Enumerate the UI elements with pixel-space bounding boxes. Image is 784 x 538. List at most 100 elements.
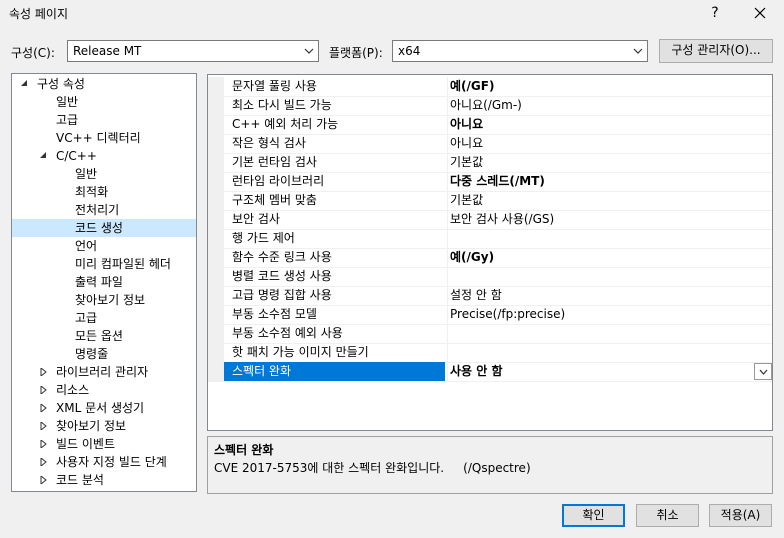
property-value[interactable]: 설정 안 함: [447, 286, 770, 305]
tree-label: 출력 파일: [75, 275, 123, 289]
grid-row[interactable]: 기본 런타임 검사 기본값: [208, 153, 772, 173]
property-name: 작은 형식 검사: [232, 136, 306, 150]
tree-node[interactable]: VC++ 디렉터리: [12, 129, 196, 147]
grid-row[interactable]: 행 가드 제어: [208, 229, 772, 249]
property-value[interactable]: 기본값: [447, 153, 770, 172]
collapsed-arrow-icon[interactable]: [39, 453, 49, 471]
grid-row[interactable]: 문자열 풀링 사용 예(/GF): [208, 77, 772, 97]
property-name: 스펙터 완화: [232, 364, 292, 378]
tree-node-collapsed[interactable]: 빌드 이벤트: [12, 435, 196, 453]
tree-node[interactable]: 고급: [12, 111, 196, 129]
tree-label: 고급: [75, 311, 98, 325]
tree-node-collapsed[interactable]: 리소스: [12, 381, 196, 399]
help-button[interactable]: ?: [704, 2, 726, 24]
platform-combo[interactable]: x64: [392, 40, 648, 62]
property-value[interactable]: 아니요(/Gm-): [447, 96, 770, 115]
property-value[interactable]: 아니요: [447, 115, 770, 134]
tree-node-collapsed[interactable]: 사용자 지정 빌드 단계: [12, 453, 196, 471]
collapsed-arrow-icon[interactable]: [39, 471, 49, 489]
property-value[interactable]: 아니요: [447, 134, 770, 153]
chevron-down-icon: [633, 48, 643, 54]
tree-node-selected[interactable]: 코드 생성: [12, 219, 196, 237]
property-name: 부동 소수점 모델: [232, 307, 317, 321]
grid-row[interactable]: 부동 소수점 모델 Precise(/fp:precise): [208, 305, 772, 325]
property-value[interactable]: 예(/GF): [447, 77, 770, 96]
config-manager-button[interactable]: 구성 관리자(O)...: [659, 39, 773, 63]
grid-row[interactable]: 구조체 멤버 맞춤 기본값: [208, 191, 772, 211]
tree-label: 구성 속성: [37, 77, 85, 91]
property-value[interactable]: [447, 267, 770, 286]
ok-button[interactable]: 확인: [562, 504, 625, 527]
property-name: 기본 런타임 검사: [232, 155, 317, 169]
grid-row[interactable]: 작은 형식 검사 아니요: [208, 134, 772, 154]
collapsed-arrow-icon[interactable]: [39, 417, 49, 435]
property-name: 구조체 멤버 맞춤: [232, 193, 317, 207]
property-name: 런타임 라이브러리: [232, 174, 325, 188]
property-value[interactable]: Precise(/fp:precise): [447, 305, 770, 324]
grid-row[interactable]: 보안 검사 보안 검사 사용(/GS): [208, 210, 772, 230]
collapsed-arrow-icon[interactable]: [39, 435, 49, 453]
description-title: 스펙터 완화: [214, 443, 274, 457]
close-button[interactable]: [746, 2, 774, 24]
config-combo[interactable]: Release MT: [67, 40, 319, 62]
tree-node-collapsed[interactable]: 라이브러리 관리자: [12, 363, 196, 381]
tree-node[interactable]: 고급: [12, 309, 196, 327]
property-value[interactable]: 다중 스레드(/MT): [447, 172, 770, 191]
property-grid[interactable]: 문자열 풀링 사용 예(/GF) 최소 다시 빌드 가능 아니요(/Gm-) C++…: [207, 74, 773, 431]
grid-row-selected[interactable]: 스펙터 완화 사용 안 함: [208, 362, 772, 382]
grid-row[interactable]: 고급 명령 집합 사용 설정 안 함: [208, 286, 772, 306]
tree-label: 최적화: [75, 185, 109, 199]
grid-row[interactable]: 런타임 라이브러리 다중 스레드(/MT): [208, 172, 772, 192]
property-name: 고급 명령 집합 사용: [232, 288, 332, 302]
tree-node-root[interactable]: 구성 속성: [12, 75, 196, 93]
tree-node[interactable]: 전처리기: [12, 201, 196, 219]
platform-label: 플랫폼(P):: [329, 46, 383, 60]
grid-row[interactable]: 병렬 코드 생성 사용: [208, 267, 772, 287]
expanded-arrow-icon[interactable]: [20, 75, 30, 93]
tree-label: 일반: [75, 167, 98, 181]
grid-row[interactable]: 함수 수준 링크 사용 예(/Gy): [208, 248, 772, 268]
grid-row[interactable]: 최소 다시 빌드 가능 아니요(/Gm-): [208, 96, 772, 116]
property-value[interactable]: 보안 검사 사용(/GS): [447, 210, 770, 229]
expanded-arrow-icon[interactable]: [39, 147, 49, 165]
tree-node-collapsed[interactable]: 코드 분석: [12, 471, 196, 489]
tree-node[interactable]: 최적화: [12, 183, 196, 201]
tree-node-cpp[interactable]: C/C++: [12, 147, 196, 165]
property-value-selected[interactable]: 사용 안 함: [447, 362, 770, 381]
tree-label: 리소스: [56, 383, 90, 397]
platform-value: x64: [398, 44, 421, 58]
property-tree[interactable]: 구성 속성 일반 고급 VC++ 디렉터리 C/C++ 일반 최적화 전처리기 …: [11, 73, 197, 492]
grid-row[interactable]: 핫 패치 가능 이미지 만들기: [208, 343, 772, 363]
property-value[interactable]: [447, 229, 770, 248]
collapsed-arrow-icon[interactable]: [39, 399, 49, 417]
tree-label: 고급: [56, 113, 79, 127]
tree-node[interactable]: 모든 옵션: [12, 327, 196, 345]
property-value[interactable]: 기본값: [447, 191, 770, 210]
value-dropdown-button[interactable]: [754, 363, 772, 380]
grid-row[interactable]: 부동 소수점 예외 사용: [208, 324, 772, 344]
apply-button[interactable]: 적용(A): [709, 504, 772, 527]
tree-label: 언어: [75, 239, 98, 253]
cancel-button[interactable]: 취소: [636, 504, 699, 527]
collapsed-arrow-icon[interactable]: [39, 363, 49, 381]
tree-node[interactable]: 언어: [12, 237, 196, 255]
property-value[interactable]: 예(/Gy): [447, 248, 770, 267]
property-value[interactable]: [447, 324, 770, 343]
tree-node[interactable]: 일반: [12, 165, 196, 183]
tree-label: 코드 분석: [56, 473, 104, 487]
property-value[interactable]: [447, 343, 770, 362]
collapsed-arrow-icon[interactable]: [39, 381, 49, 399]
tree-node[interactable]: 출력 파일: [12, 273, 196, 291]
property-name: 행 가드 제어: [232, 231, 295, 245]
tree-node[interactable]: 명령줄: [12, 345, 196, 363]
tree-label: 찾아보기 정보: [56, 419, 127, 433]
tree-label: XML 문서 생성기: [56, 401, 145, 415]
tree-node[interactable]: 미리 컴파일된 헤더: [12, 255, 196, 273]
close-icon: [754, 7, 766, 19]
tree-node-collapsed[interactable]: 찾아보기 정보: [12, 417, 196, 435]
tree-node[interactable]: 일반: [12, 93, 196, 111]
tree-node-collapsed[interactable]: XML 문서 생성기: [12, 399, 196, 417]
tree-node[interactable]: 찾아보기 정보: [12, 291, 196, 309]
window-title: 속성 페이지: [9, 7, 69, 21]
grid-row[interactable]: C++ 예외 처리 가능 아니요: [208, 115, 772, 135]
